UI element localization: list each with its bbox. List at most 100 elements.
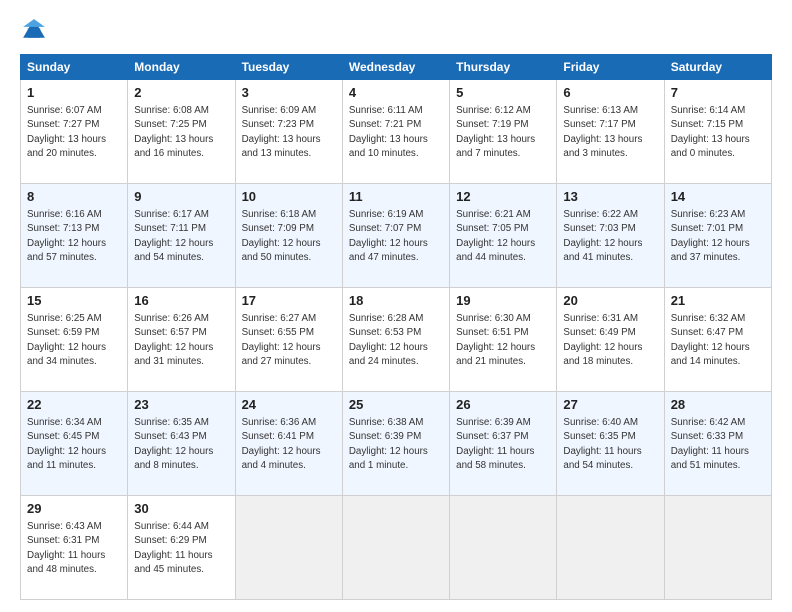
day-info: Sunrise: 6:39 AMSunset: 6:37 PMDaylight:… <box>456 417 534 472</box>
day-number: 3 <box>242 84 336 103</box>
day-number: 2 <box>134 84 228 103</box>
day-number: 30 <box>134 500 228 519</box>
logo-icon <box>20 16 48 44</box>
calendar-week-2: 8Sunrise: 6:16 AMSunset: 7:13 PMDaylight… <box>21 184 772 288</box>
calendar-cell <box>235 496 342 600</box>
day-info: Sunrise: 6:26 AMSunset: 6:57 PMDaylight:… <box>134 313 213 368</box>
day-header-monday: Monday <box>128 55 235 80</box>
day-number: 4 <box>349 84 443 103</box>
day-number: 7 <box>671 84 765 103</box>
day-info: Sunrise: 6:28 AMSunset: 6:53 PMDaylight:… <box>349 313 428 368</box>
day-info: Sunrise: 6:09 AMSunset: 7:23 PMDaylight:… <box>242 105 321 160</box>
day-number: 20 <box>563 292 657 311</box>
day-info: Sunrise: 6:16 AMSunset: 7:13 PMDaylight:… <box>27 209 106 264</box>
day-header-wednesday: Wednesday <box>342 55 449 80</box>
calendar-week-3: 15 Sunrise: 6:25 AMSunset: 6:59 PMDayligh… <box>21 288 772 392</box>
calendar-cell <box>664 496 771 600</box>
day-number: 1 <box>27 84 121 103</box>
day-info: Sunrise: 6:23 AMSunset: 7:01 PMDaylight:… <box>671 209 750 264</box>
calendar-cell: 27 Sunrise: 6:40 AMSunset: 6:35 PMDayligh… <box>557 392 664 496</box>
day-info: Sunrise: 6:27 AMSunset: 6:55 PMDaylight:… <box>242 313 321 368</box>
page: SundayMondayTuesdayWednesdayThursdayFrid… <box>0 0 792 612</box>
day-number: 29 <box>27 500 121 519</box>
day-info: Sunrise: 6:18 AMSunset: 7:09 PMDaylight:… <box>242 209 321 264</box>
calendar-cell: 18 Sunrise: 6:28 AMSunset: 6:53 PMDayligh… <box>342 288 449 392</box>
day-info: Sunrise: 6:22 AMSunset: 7:03 PMDaylight:… <box>563 209 642 264</box>
calendar-cell: 25Sunrise: 6:38 AMSunset: 6:39 PMDayligh… <box>342 392 449 496</box>
calendar-cell: 21 Sunrise: 6:32 AMSunset: 6:47 PMDayligh… <box>664 288 771 392</box>
calendar-cell <box>557 496 664 600</box>
day-info: Sunrise: 6:31 AMSunset: 6:49 PMDaylight:… <box>563 313 642 368</box>
day-number: 9 <box>134 188 228 207</box>
day-header-sunday: Sunday <box>21 55 128 80</box>
calendar-week-1: 1 Sunrise: 6:07 AMSunset: 7:27 PMDaylight… <box>21 80 772 184</box>
day-info: Sunrise: 6:40 AMSunset: 6:35 PMDaylight:… <box>563 417 641 472</box>
day-number: 17 <box>242 292 336 311</box>
day-info: Sunrise: 6:17 AMSunset: 7:11 PMDaylight:… <box>134 209 213 264</box>
calendar-cell: 13 Sunrise: 6:22 AMSunset: 7:03 PMDayligh… <box>557 184 664 288</box>
calendar-cell: 17 Sunrise: 6:27 AMSunset: 6:55 PMDayligh… <box>235 288 342 392</box>
day-info: Sunrise: 6:25 AMSunset: 6:59 PMDaylight:… <box>27 313 106 368</box>
calendar-cell: 9 Sunrise: 6:17 AMSunset: 7:11 PMDaylight… <box>128 184 235 288</box>
calendar-cell: 10 Sunrise: 6:18 AMSunset: 7:09 PMDayligh… <box>235 184 342 288</box>
calendar-cell: 2 Sunrise: 6:08 AMSunset: 7:25 PMDaylight… <box>128 80 235 184</box>
day-info: Sunrise: 6:11 AMSunset: 7:21 PMDaylight:… <box>349 105 428 160</box>
calendar-cell: 6 Sunrise: 6:13 AMSunset: 7:17 PMDaylight… <box>557 80 664 184</box>
day-header-thursday: Thursday <box>450 55 557 80</box>
calendar-cell <box>342 496 449 600</box>
day-number: 13 <box>563 188 657 207</box>
calendar-cell: 3 Sunrise: 6:09 AMSunset: 7:23 PMDaylight… <box>235 80 342 184</box>
day-info: Sunrise: 6:21 AMSunset: 7:05 PMDaylight:… <box>456 209 535 264</box>
day-info: Sunrise: 6:13 AMSunset: 7:17 PMDaylight:… <box>563 105 642 160</box>
calendar-cell: 4 Sunrise: 6:11 AMSunset: 7:21 PMDaylight… <box>342 80 449 184</box>
calendar-cell: 24 Sunrise: 6:36 AMSunset: 6:41 PMDayligh… <box>235 392 342 496</box>
day-number: 26 <box>456 396 550 415</box>
day-number: 10 <box>242 188 336 207</box>
day-number: 19 <box>456 292 550 311</box>
calendar-cell: 20 Sunrise: 6:31 AMSunset: 6:49 PMDayligh… <box>557 288 664 392</box>
calendar-cell: 19 Sunrise: 6:30 AMSunset: 6:51 PMDayligh… <box>450 288 557 392</box>
day-info: Sunrise: 6:08 AMSunset: 7:25 PMDaylight:… <box>134 105 213 160</box>
day-number: 21 <box>671 292 765 311</box>
calendar-cell: 26 Sunrise: 6:39 AMSunset: 6:37 PMDayligh… <box>450 392 557 496</box>
header <box>20 16 772 44</box>
day-number: 27 <box>563 396 657 415</box>
day-number: 25 <box>349 396 443 415</box>
day-info: Sunrise: 6:35 AMSunset: 6:43 PMDaylight:… <box>134 417 213 472</box>
calendar-cell: 30 Sunrise: 6:44 AMSunset: 6:29 PMDayligh… <box>128 496 235 600</box>
day-header-tuesday: Tuesday <box>235 55 342 80</box>
day-number: 6 <box>563 84 657 103</box>
calendar-cell: 16 Sunrise: 6:26 AMSunset: 6:57 PMDayligh… <box>128 288 235 392</box>
calendar-week-4: 22Sunrise: 6:34 AMSunset: 6:45 PMDayligh… <box>21 392 772 496</box>
day-header-saturday: Saturday <box>664 55 771 80</box>
calendar-header-row: SundayMondayTuesdayWednesdayThursdayFrid… <box>21 55 772 80</box>
calendar-cell: 11 Sunrise: 6:19 AMSunset: 7:07 PMDayligh… <box>342 184 449 288</box>
day-number: 16 <box>134 292 228 311</box>
day-info: Sunrise: 6:30 AMSunset: 6:51 PMDaylight:… <box>456 313 535 368</box>
day-info: Sunrise: 6:14 AMSunset: 7:15 PMDaylight:… <box>671 105 750 160</box>
calendar-cell: 8Sunrise: 6:16 AMSunset: 7:13 PMDaylight… <box>21 184 128 288</box>
day-info: Sunrise: 6:32 AMSunset: 6:47 PMDaylight:… <box>671 313 750 368</box>
day-info: Sunrise: 6:43 AMSunset: 6:31 PMDaylight:… <box>27 521 105 576</box>
calendar-cell: 12 Sunrise: 6:21 AMSunset: 7:05 PMDayligh… <box>450 184 557 288</box>
day-number: 24 <box>242 396 336 415</box>
day-info: Sunrise: 6:19 AMSunset: 7:07 PMDaylight:… <box>349 209 428 264</box>
calendar-cell: 14 Sunrise: 6:23 AMSunset: 7:01 PMDayligh… <box>664 184 771 288</box>
day-number: 14 <box>671 188 765 207</box>
day-number: 5 <box>456 84 550 103</box>
day-number: 23 <box>134 396 228 415</box>
day-number: 12 <box>456 188 550 207</box>
day-header-friday: Friday <box>557 55 664 80</box>
day-info: Sunrise: 6:44 AMSunset: 6:29 PMDaylight:… <box>134 521 212 576</box>
day-number: 18 <box>349 292 443 311</box>
calendar-table: SundayMondayTuesdayWednesdayThursdayFrid… <box>20 54 772 600</box>
day-info: Sunrise: 6:07 AMSunset: 7:27 PMDaylight:… <box>27 105 106 160</box>
day-number: 28 <box>671 396 765 415</box>
calendar-cell: 7 Sunrise: 6:14 AMSunset: 7:15 PMDaylight… <box>664 80 771 184</box>
logo <box>20 16 52 44</box>
day-number: 11 <box>349 188 443 207</box>
calendar-cell: 1 Sunrise: 6:07 AMSunset: 7:27 PMDaylight… <box>21 80 128 184</box>
day-number: 22 <box>27 396 121 415</box>
day-number: 15 <box>27 292 121 311</box>
day-info: Sunrise: 6:36 AMSunset: 6:41 PMDaylight:… <box>242 417 321 472</box>
